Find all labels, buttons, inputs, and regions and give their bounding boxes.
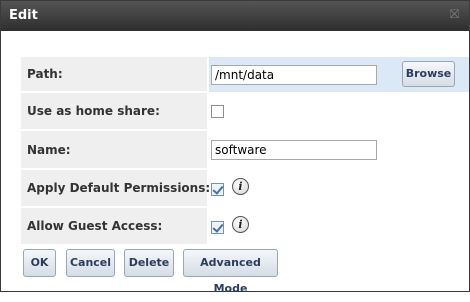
default-permissions-label-cell: Apply Default Permissions:: [21, 170, 211, 207]
checkmark-icon: [212, 221, 224, 233]
name-row: Name:: [21, 131, 469, 169]
path-input[interactable]: [211, 65, 377, 85]
advanced-mode-button[interactable]: Advanced Mode: [183, 249, 278, 295]
name-value-cell: [209, 131, 469, 169]
name-input[interactable]: [211, 140, 377, 160]
edit-dialog: Edit ⛝ Path: Browse Use as home share: N…: [0, 0, 470, 295]
home-share-label: Use as home share:: [27, 104, 160, 118]
cancel-button[interactable]: Cancel: [66, 249, 115, 277]
browse-button[interactable]: Browse: [402, 61, 455, 87]
info-icon[interactable]: i: [232, 216, 249, 233]
guest-access-row: Allow Guest Access: i: [21, 208, 469, 245]
dialog-title: Edit: [9, 8, 38, 23]
close-icon[interactable]: ⛝: [450, 7, 459, 22]
home-share-checkbox[interactable]: [211, 105, 224, 118]
guest-access-label-cell: Allow Guest Access:: [21, 208, 207, 245]
home-share-label-cell: Use as home share:: [21, 93, 207, 130]
guest-access-checkbox[interactable]: [211, 221, 224, 234]
default-permissions-value-cell: i: [209, 170, 469, 207]
default-permissions-row: Apply Default Permissions: i: [21, 170, 469, 207]
guest-access-value-cell: i: [209, 208, 469, 245]
delete-button[interactable]: Delete: [124, 249, 174, 277]
home-share-row: Use as home share:: [21, 93, 469, 130]
info-icon[interactable]: i: [232, 178, 249, 195]
name-label-cell: Name:: [21, 131, 207, 169]
name-label: Name:: [27, 142, 71, 157]
path-row: Path: Browse: [21, 57, 469, 92]
checkmark-icon: [212, 183, 224, 195]
dialog-titlebar[interactable]: Edit ⛝: [1, 1, 469, 31]
default-permissions-checkbox[interactable]: [211, 183, 224, 196]
path-value-cell: Browse: [209, 57, 469, 92]
default-permissions-label: Apply Default Permissions:: [27, 181, 211, 195]
guest-access-label: Allow Guest Access:: [27, 219, 163, 233]
path-label-cell: Path:: [21, 57, 207, 92]
home-share-value-cell: [209, 93, 469, 130]
path-label: Path:: [27, 67, 63, 81]
ok-button[interactable]: OK: [23, 249, 56, 277]
